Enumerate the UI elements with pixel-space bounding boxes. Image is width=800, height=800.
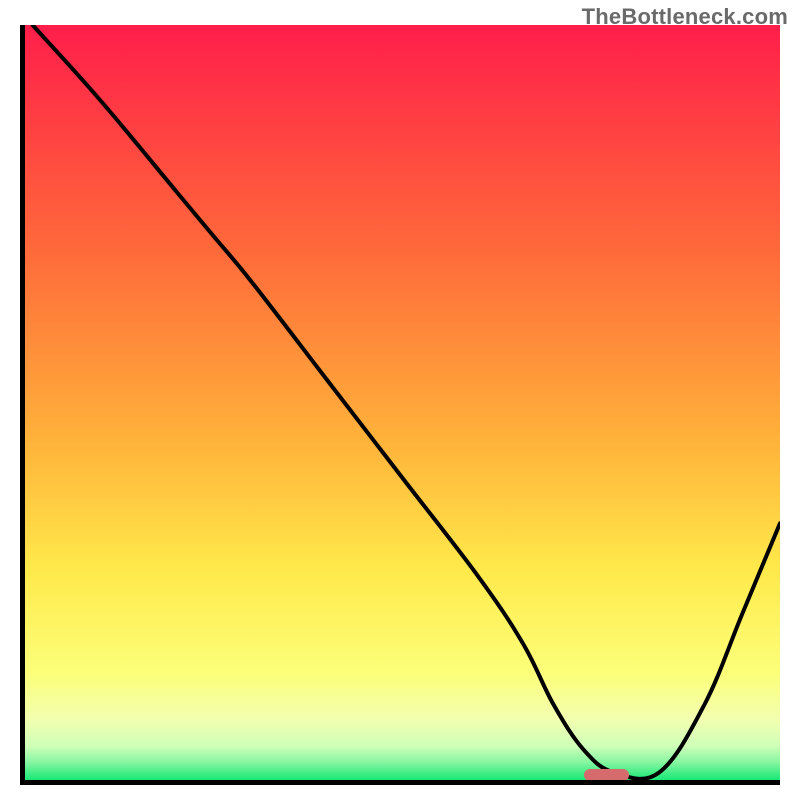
plot-area (25, 25, 780, 780)
optimal-marker (584, 769, 629, 780)
watermark-text: TheBottleneck.com (582, 4, 788, 30)
chart-svg (25, 25, 780, 780)
gradient-background (25, 25, 780, 780)
chart-axes (20, 25, 780, 785)
